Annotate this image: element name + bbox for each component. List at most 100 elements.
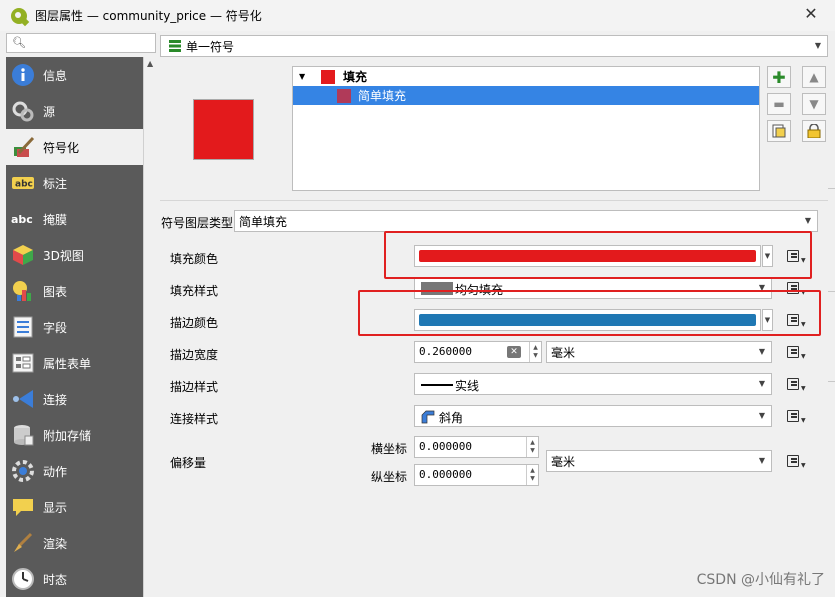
tree-row-simple-fill[interactable]: 简单填充	[293, 86, 759, 105]
lock-icon	[807, 124, 821, 138]
expand-arrow-icon[interactable]: ▼	[299, 72, 313, 81]
sidebar-item-actions[interactable]: 动作	[6, 453, 143, 489]
search-input[interactable]: 🔍︎	[6, 33, 156, 53]
spin-arrows-icon[interactable]: ▲ ▼	[526, 437, 538, 457]
sidebar-item-temporal[interactable]: 时态	[6, 561, 143, 597]
symbol-layer-type-label: 符号图层类型	[161, 216, 234, 230]
data-defined-override-icon[interactable]: ▼	[784, 408, 806, 424]
chevron-down-icon: ▼	[758, 379, 765, 388]
source-icon	[11, 99, 35, 123]
offset-y-label: 纵坐标	[371, 470, 408, 484]
move-up-button[interactable]: ▲	[802, 66, 826, 88]
sidebar-item-label: 掩膜	[43, 212, 68, 227]
single-symbol-icon	[169, 40, 181, 52]
spin-arrows-icon[interactable]: ▲ ▼	[526, 465, 538, 485]
fill-swatch	[321, 69, 335, 84]
chevron-down-icon: ▼	[758, 347, 765, 356]
renderer-type-label: 单一符号	[186, 39, 235, 54]
right-scrollbar[interactable]	[828, 31, 835, 597]
sidebar-item-label: 时态	[43, 572, 68, 587]
chevron-down-icon: ▼	[758, 411, 765, 420]
stroke-width-unit: 毫米	[551, 345, 576, 360]
plus-icon: ✚	[772, 67, 786, 87]
renderer-type-select[interactable]: 单一符号 ▼	[160, 35, 828, 57]
sidebar-item-label: 连接	[43, 392, 68, 407]
mask-icon: abc	[11, 207, 35, 231]
scroll-up-icon: ▲	[147, 59, 154, 68]
sidebar-item-label: 符号化	[43, 140, 80, 155]
add-layer-button[interactable]: ✚	[767, 66, 791, 88]
symbol-layer-tree[interactable]: ▼ 填充 简单填充	[292, 66, 760, 191]
svg-text:abc: abc	[15, 180, 33, 190]
bevel-join-icon	[421, 410, 435, 424]
data-defined-override-icon[interactable]: ▼	[784, 376, 806, 392]
qgis-logo-icon	[11, 7, 30, 26]
chevron-down-icon: ▼	[814, 41, 821, 50]
sidebar-item-source[interactable]: 源	[6, 93, 143, 129]
sidebar-scrollbar[interactable]: ▲	[143, 57, 157, 597]
labels-icon: abc	[11, 171, 35, 195]
watermark: CSDN @小仙有礼了	[696, 572, 825, 588]
symbol-layer-type-select[interactable]: 简单填充 ▼	[234, 210, 818, 232]
offset-x-input[interactable]: 0.000000 ▲ ▼	[414, 436, 539, 458]
divider	[160, 200, 828, 201]
sidebar-item-3d-view[interactable]: 3D视图	[6, 237, 143, 273]
sidebar-item-diagram[interactable]: 图表	[6, 273, 143, 309]
sidebar-item-labels[interactable]: abc 标注	[6, 165, 143, 201]
tree-child-label: 简单填充	[358, 89, 407, 103]
offset-unit-select[interactable]: 毫米 ▼	[546, 450, 772, 472]
offset-y-value: 0.000000	[419, 468, 472, 481]
info-icon	[11, 63, 35, 87]
offset-y-input[interactable]: 0.000000 ▲ ▼	[414, 464, 539, 486]
highlight-box-fill-color	[384, 231, 812, 279]
sidebar-item-fields[interactable]: 字段	[6, 309, 143, 345]
sidebar-item-label: 源	[43, 104, 56, 119]
duplicate-layer-button[interactable]	[767, 120, 791, 142]
sidebar-item-attribute-form[interactable]: 属性表单	[6, 345, 143, 381]
diagram-icon	[11, 279, 35, 303]
stroke-width-input[interactable]: 0.260000 ✕ ▲ ▼	[414, 341, 542, 363]
window-title: 图层属性 — community_price — 符号化	[35, 9, 262, 23]
sidebar-item-label: 标注	[43, 176, 68, 191]
stroke-style-select[interactable]: 实线 ▼	[414, 373, 772, 395]
join-style-select[interactable]: 斜角 ▼	[414, 405, 772, 427]
tree-root-label: 填充	[343, 70, 368, 84]
sidebar-item-auxiliary-storage[interactable]: 附加存储	[6, 417, 143, 453]
close-button[interactable]: ✕	[803, 6, 819, 22]
sidebar-item-label: 信息	[43, 68, 68, 83]
sidebar-item-display[interactable]: 显示	[6, 489, 143, 525]
offset-unit: 毫米	[551, 454, 576, 469]
sidebar-item-label: 3D视图	[43, 248, 84, 263]
sidebar-item-label: 字段	[43, 320, 68, 335]
move-down-button[interactable]: ▼	[802, 93, 826, 115]
triangle-down-icon: ▼	[809, 97, 819, 111]
stroke-width-unit-select[interactable]: 毫米 ▼	[546, 341, 772, 363]
auxiliary-storage-icon	[11, 423, 35, 447]
sidebar-item-label: 属性表单	[43, 356, 92, 371]
attribute-form-icon	[11, 351, 35, 375]
sidebar-item-joins[interactable]: 连接	[6, 381, 143, 417]
remove-layer-button[interactable]: ▬	[767, 93, 791, 115]
offset-x-label: 横坐标	[371, 442, 408, 456]
join-style-value: 斜角	[439, 411, 464, 425]
sidebar: 信息 源 符号化 abc 标注 abc 掩膜 3D视图 图表 字段 属性表单 连…	[6, 57, 143, 597]
clear-icon[interactable]: ✕	[507, 346, 521, 358]
simple-fill-swatch	[337, 88, 351, 103]
data-defined-override-icon[interactable]: ▼	[784, 344, 806, 360]
spin-arrows-icon[interactable]: ▲ ▼	[529, 342, 541, 362]
chevron-down-icon: ▼	[804, 216, 811, 225]
sidebar-item-symbology[interactable]: 符号化	[6, 129, 143, 165]
lock-layer-button[interactable]	[802, 120, 826, 142]
data-defined-override-icon[interactable]: ▼	[784, 453, 806, 469]
sidebar-item-rendering[interactable]: 渲染	[6, 525, 143, 561]
sidebar-item-label: 渲染	[43, 536, 68, 551]
sidebar-item-mask[interactable]: abc 掩膜	[6, 201, 143, 237]
chevron-down-icon: ▼	[758, 456, 765, 465]
joins-icon	[11, 387, 35, 411]
rendering-icon	[11, 531, 35, 555]
highlight-box-stroke-color	[358, 290, 821, 336]
solid-line-icon	[421, 384, 453, 386]
sidebar-item-info[interactable]: 信息	[6, 57, 143, 93]
duplicate-icon	[772, 124, 786, 138]
tree-row-fill[interactable]: ▼ 填充	[293, 67, 759, 86]
